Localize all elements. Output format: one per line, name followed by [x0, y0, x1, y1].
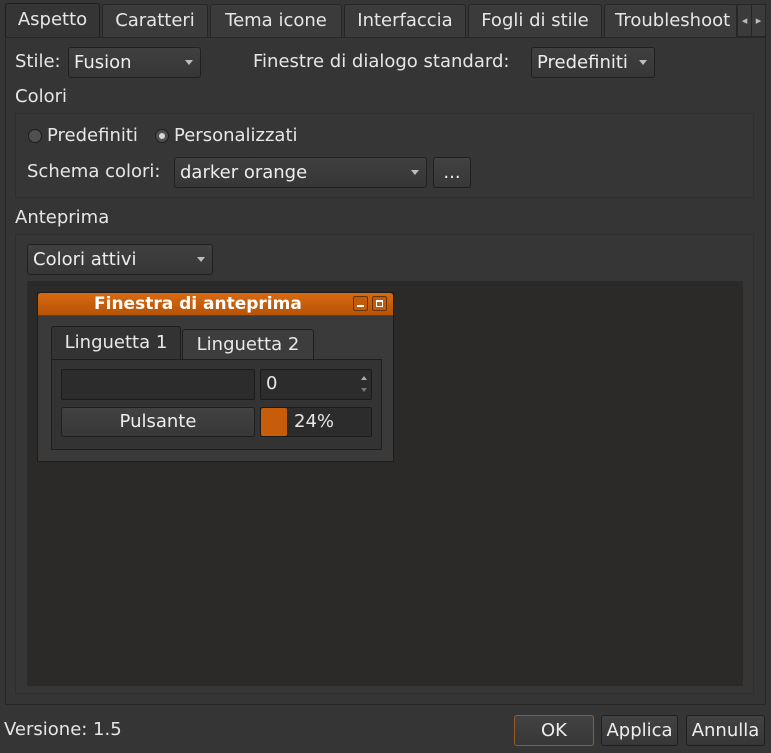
apply-button[interactable]: Applica [601, 715, 678, 746]
tab-caratteri[interactable]: Caratteri [102, 4, 208, 37]
radio-default-colors[interactable] [28, 129, 42, 143]
preview-button[interactable]: Pulsante [61, 407, 255, 437]
dialogs-combo[interactable]: Predefiniti [531, 47, 655, 78]
tab-fogli-di-stile[interactable]: Fogli di stile [468, 4, 602, 37]
preview-progress-bar: 24% [260, 407, 372, 437]
preview-tab-2-label: Linguetta 2 [196, 334, 300, 355]
radio-custom-label[interactable]: Personalizzati [174, 125, 298, 146]
version-label: Versione: 1.5 [4, 719, 122, 740]
tab-aspetto[interactable]: Aspetto [5, 3, 100, 38]
maximize-button[interactable] [372, 296, 387, 311]
radio-custom-colors[interactable] [155, 129, 169, 143]
tab-scroll-right-button[interactable]: ▸ [751, 4, 766, 37]
preview-spinbox[interactable]: 0 [260, 369, 372, 400]
preview-window: Finestra di anteprima Linguetta 1 Lingue… [37, 292, 394, 462]
preview-tab-1[interactable]: Linguetta 1 [51, 326, 181, 360]
chevron-down-icon [185, 60, 193, 65]
tab-scroll-left-button[interactable]: ◂ [737, 4, 752, 37]
preview-line-edit[interactable] [61, 369, 255, 400]
chevron-right-icon: ▸ [755, 14, 762, 27]
cancel-button[interactable]: Annulla [686, 715, 765, 746]
spin-up-icon[interactable] [361, 376, 367, 380]
radio-default-label[interactable]: Predefiniti [47, 125, 138, 146]
style-label: Stile: [15, 51, 61, 72]
scheme-combo[interactable]: darker orange [174, 157, 427, 188]
minimize-button[interactable] [353, 296, 368, 311]
chevron-left-icon: ◂ [741, 14, 748, 27]
scheme-combo-value: darker orange [180, 162, 308, 183]
style-combo-value: Fusion [74, 52, 132, 73]
style-combo[interactable]: Fusion [68, 47, 201, 78]
edit-scheme-label: ... [443, 162, 461, 183]
chevron-down-icon [411, 170, 419, 175]
preview-button-label: Pulsante [119, 411, 197, 432]
spinbox-value: 0 [266, 373, 278, 394]
ok-button[interactable]: OK [514, 715, 594, 746]
dialogs-combo-value: Predefiniti [537, 52, 628, 73]
preview-tab-1-label: Linguetta 1 [64, 332, 168, 353]
tab-tema-icone[interactable]: Tema icone [210, 4, 342, 37]
chevron-down-icon [197, 257, 205, 262]
apply-button-label: Applica [606, 720, 673, 741]
color-group-combo[interactable]: Colori attivi [27, 244, 213, 275]
progress-fill [261, 408, 288, 436]
tab-interfaccia[interactable]: Interfaccia [344, 4, 466, 37]
minimize-icon [357, 305, 364, 307]
color-group-value: Colori attivi [33, 249, 137, 270]
progress-text: 24% [294, 411, 335, 432]
ok-button-label: OK [541, 720, 567, 741]
scheme-label: Schema colori: [27, 161, 161, 182]
preview-tab-2[interactable]: Linguetta 2 [182, 329, 314, 359]
preview-window-title: Finestra di anteprima [94, 294, 302, 314]
preview-window-titlebar: Finestra di anteprima [38, 293, 393, 316]
chevron-down-icon [639, 60, 647, 65]
preview-section-title: Anteprima [15, 207, 110, 228]
cancel-button-label: Annulla [691, 720, 760, 741]
dialogs-label: Finestre di dialogo standard: [253, 51, 510, 72]
spin-down-icon[interactable] [361, 388, 367, 392]
edit-scheme-button[interactable]: ... [433, 157, 471, 188]
tab-troubleshoot[interactable]: Troubleshoot [604, 4, 737, 37]
maximize-icon [376, 300, 383, 307]
colors-section-title: Colori [15, 86, 67, 107]
